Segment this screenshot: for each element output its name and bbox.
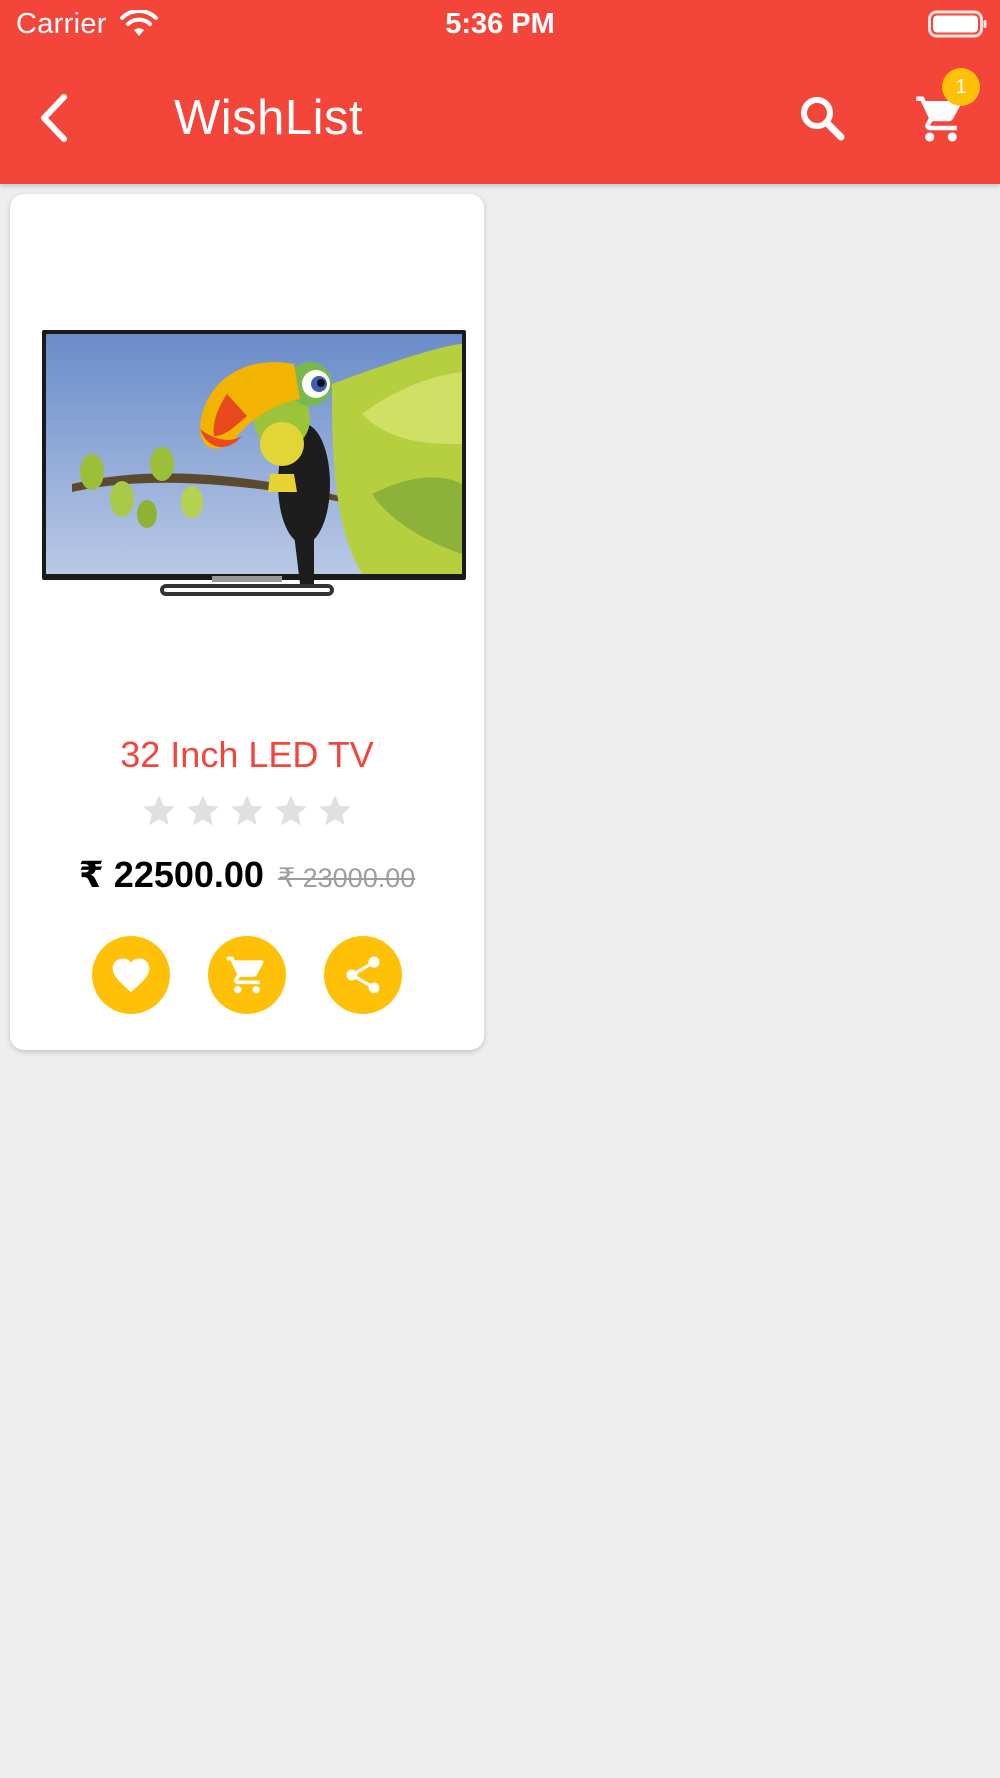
star-icon (275, 795, 307, 826)
product-name[interactable]: 32 Inch LED TV (10, 734, 484, 776)
toolbar: WishList (0, 50, 1000, 184)
original-price: ₹ 23000.00 (277, 863, 416, 893)
app-header: Carrier 5:36 PM WishList 1 (0, 0, 1000, 184)
star-icon (231, 795, 263, 826)
product-actions (10, 936, 484, 1014)
battery-icon (928, 10, 987, 38)
current-price: ₹ 22500.00 (78, 854, 264, 895)
page-title: WishList (174, 91, 364, 145)
cart-icon (226, 956, 264, 994)
cart-count-badge: 1 (942, 68, 980, 106)
search-button[interactable] (790, 86, 854, 150)
wishlist-heart-button[interactable] (92, 936, 170, 1014)
star-icon (143, 795, 175, 826)
star-icon (187, 795, 219, 826)
product-image[interactable] (32, 324, 468, 596)
share-icon (346, 956, 380, 994)
share-button[interactable] (324, 936, 402, 1014)
back-button[interactable] (22, 86, 86, 150)
heart-icon (112, 958, 150, 993)
status-time: 5:36 PM (445, 8, 555, 40)
status-bar: Carrier 5:36 PM (0, 0, 1000, 50)
add-to-cart-button[interactable] (208, 936, 286, 1014)
star-icon (319, 795, 351, 826)
back-arrow-icon (41, 94, 67, 142)
wishlist-product-card[interactable]: 32 Inch LED TV ₹ 22500.00 ₹ 23000.00 (10, 194, 484, 1050)
search-icon (801, 97, 845, 141)
product-rating (10, 792, 484, 830)
price-row: ₹ 22500.00 ₹ 23000.00 (10, 854, 484, 896)
